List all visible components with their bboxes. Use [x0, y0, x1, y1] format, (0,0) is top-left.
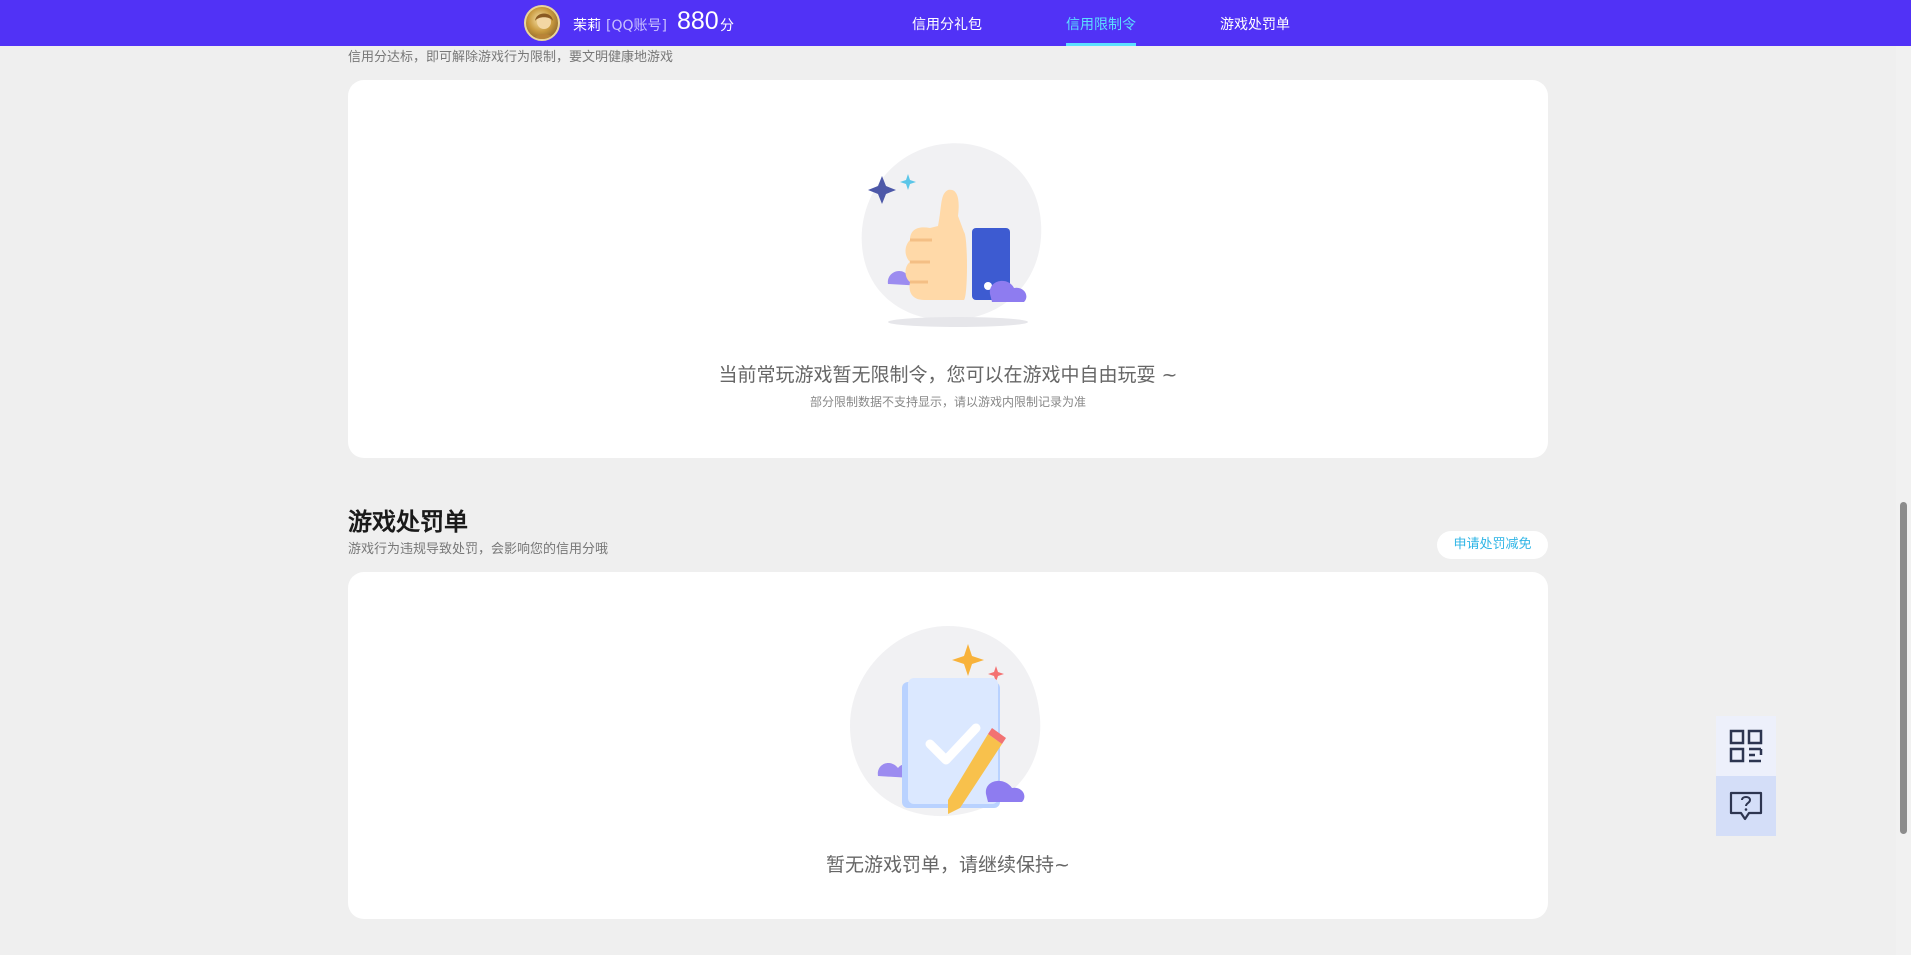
penalty-description: 游戏行为违规导致处罚，会影响您的信用分哦 — [348, 542, 609, 557]
active-tab-indicator — [1066, 43, 1136, 46]
qr-code-icon — [1729, 729, 1763, 763]
scrollbar-thumb[interactable] — [1900, 502, 1907, 834]
help-chat-icon — [1729, 791, 1763, 821]
restriction-empty-text: 当前常玩游戏暂无限制令，您可以在游戏中自由玩耍 ~ — [718, 364, 1178, 386]
tab-game-penalty[interactable]: 游戏处罚单 — [1220, 14, 1290, 34]
top-nav-bar: 茉莉 [QQ账号] 880 分 信用分礼包 信用限制令 游戏处罚单 — [0, 0, 1911, 46]
thumbs-up-illustration — [861, 143, 1042, 327]
restriction-description: 信用分达标，即可解除游戏行为限制，要文明健康地游戏 — [348, 50, 674, 65]
help-button[interactable] — [1716, 776, 1776, 836]
tab-credit-restriction[interactable]: 信用限制令 — [1066, 14, 1136, 34]
restriction-card: 当前常玩游戏暂无限制令，您可以在游戏中自由玩耍 ~ 部分限制数据不支持显示，请以… — [348, 80, 1548, 458]
tab-credit-gift[interactable]: 信用分礼包 — [912, 14, 982, 34]
floating-side-tools — [1716, 716, 1776, 836]
penalty-card: 暂无游戏罚单，请继续保持~ — [348, 572, 1548, 919]
penalty-empty-text: 暂无游戏罚单，请继续保持~ — [826, 854, 1070, 876]
clipboard-pencil-illustration — [850, 626, 1041, 817]
credit-score-unit: 分 — [720, 18, 734, 34]
qr-code-button[interactable] — [1716, 716, 1776, 776]
account-type: [QQ账号] — [606, 18, 667, 34]
user-name: 茉莉 — [573, 18, 601, 34]
apply-penalty-reduction-button[interactable]: 申请处罚减免 — [1437, 531, 1548, 559]
page-scrollbar[interactable] — [1896, 0, 1911, 955]
penalty-section-title: 游戏处罚单 — [348, 508, 468, 536]
credit-score: 880 — [677, 7, 719, 35]
restriction-note: 部分限制数据不支持显示，请以游戏内限制记录为准 — [809, 395, 1086, 409]
user-avatar[interactable] — [524, 5, 560, 41]
